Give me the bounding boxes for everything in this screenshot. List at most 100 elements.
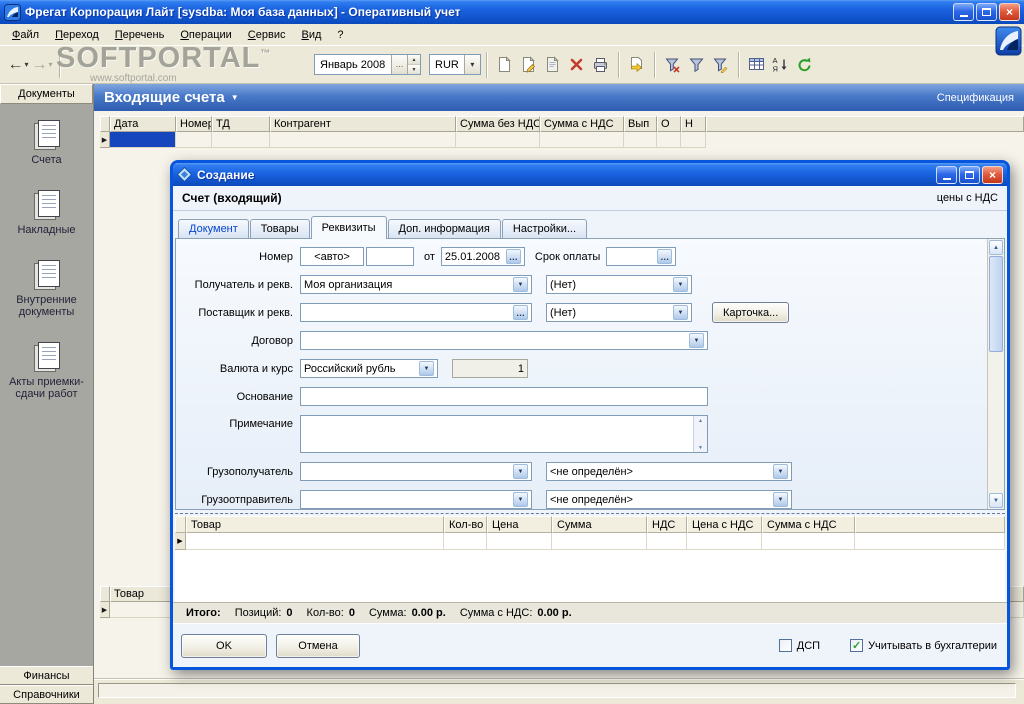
- item-column-price-vat[interactable]: Цена с НДС: [687, 516, 762, 533]
- sidebar-footer-references[interactable]: Справочники: [0, 685, 93, 704]
- delete-button[interactable]: [565, 51, 589, 79]
- cell[interactable]: [540, 132, 624, 148]
- dropdown-arrow-icon[interactable]: ▼: [773, 464, 788, 479]
- cell[interactable]: [212, 132, 270, 148]
- dialog-minimize-button[interactable]: [936, 165, 957, 184]
- currency-dropdown-icon[interactable]: ▾: [463, 55, 480, 74]
- cell[interactable]: [186, 533, 444, 550]
- filter-clear-button[interactable]: [661, 51, 685, 79]
- maximize-button[interactable]: [976, 3, 997, 21]
- number-mode-field[interactable]: <авто>: [300, 247, 364, 266]
- receiver-select[interactable]: Моя организация ▼: [300, 275, 532, 294]
- column-header-sum-no-vat[interactable]: Сумма без НДС: [456, 116, 540, 132]
- menu-help[interactable]: ?: [329, 26, 351, 44]
- dropdown-arrow-icon[interactable]: ▼: [513, 492, 528, 507]
- shipper-requisites-select[interactable]: <не определён> ▼: [546, 490, 792, 509]
- back-button[interactable]: ← ▾: [6, 51, 30, 79]
- cell[interactable]: [657, 132, 681, 148]
- menu-operations[interactable]: Операции: [172, 26, 239, 44]
- cell[interactable]: [270, 132, 456, 148]
- consignee-requisites-select[interactable]: <не определён> ▼: [546, 462, 792, 481]
- sidebar-item-internal-documents[interactable]: Внутренние документы: [1, 260, 93, 318]
- shipper-select[interactable]: ▼: [300, 490, 532, 509]
- cell[interactable]: [647, 533, 687, 550]
- sidebar-item-waybills[interactable]: Накладные: [1, 190, 93, 236]
- accounting-checkbox[interactable]: ✓ Учитывать в бухгалтерии: [850, 639, 997, 652]
- tab-products[interactable]: Товары: [249, 219, 310, 238]
- sidebar-item-invoices[interactable]: Счета: [1, 120, 93, 166]
- new-document-button[interactable]: [493, 51, 517, 79]
- due-field[interactable]: …: [606, 247, 677, 266]
- sidebar-header-documents[interactable]: Документы: [0, 84, 93, 104]
- menu-goto[interactable]: Переход: [47, 26, 107, 44]
- column-header-date[interactable]: Дата: [110, 116, 176, 132]
- period-ellipsis-button[interactable]: …: [391, 55, 407, 74]
- dropdown-arrow-icon[interactable]: ▼: [673, 277, 688, 292]
- ok-button[interactable]: OK: [181, 633, 267, 658]
- grid-button[interactable]: [745, 51, 769, 79]
- scroll-down-icon[interactable]: ▼: [989, 493, 1003, 508]
- items-table-row[interactable]: ▶: [175, 533, 1005, 550]
- scroll-thumb[interactable]: [989, 256, 1003, 352]
- column-header-td[interactable]: ТД: [212, 116, 270, 132]
- dialog-maximize-button[interactable]: [959, 165, 980, 184]
- dialog-close-button[interactable]: ×: [982, 165, 1003, 184]
- spin-up-icon[interactable]: ▲: [408, 55, 420, 65]
- date-field[interactable]: 25.01.2008 …: [440, 247, 525, 266]
- supplier-ellipsis-button[interactable]: …: [513, 305, 528, 320]
- cell[interactable]: [552, 533, 647, 550]
- cell[interactable]: [456, 132, 540, 148]
- tab-document[interactable]: Документ: [178, 219, 249, 238]
- dropdown-arrow-icon[interactable]: ▼: [773, 492, 788, 507]
- currency-select-field[interactable]: Российский рубль ▼: [300, 359, 438, 378]
- print-button[interactable]: [589, 51, 613, 79]
- item-column-price[interactable]: Цена: [487, 516, 552, 533]
- column-header-n[interactable]: Н: [681, 116, 706, 132]
- cell[interactable]: [444, 533, 487, 550]
- contract-select[interactable]: ▼: [300, 331, 708, 350]
- menu-list[interactable]: Перечень: [107, 26, 173, 44]
- post-document-button[interactable]: [625, 51, 649, 79]
- dropdown-arrow-icon[interactable]: ▼: [419, 361, 434, 376]
- tab-additional-info[interactable]: Доп. информация: [387, 219, 501, 238]
- tab-settings[interactable]: Настройки...: [501, 219, 588, 238]
- dsp-checkbox[interactable]: ДСП: [778, 639, 820, 652]
- supplier-field[interactable]: …: [300, 303, 532, 322]
- dropdown-arrow-icon[interactable]: ▼: [513, 277, 528, 292]
- column-header-counterparty[interactable]: Контрагент: [270, 116, 456, 132]
- item-column-sum[interactable]: Сумма: [552, 516, 647, 533]
- specification-link[interactable]: Спецификация: [937, 92, 1014, 104]
- note-scrollbar[interactable]: ▲ ▼: [693, 416, 707, 452]
- card-button[interactable]: Карточка...: [712, 302, 790, 323]
- supplier-requisites-select[interactable]: (Нет) ▼: [546, 303, 692, 322]
- cell[interactable]: [687, 533, 762, 550]
- scroll-up-icon[interactable]: ▲: [989, 240, 1003, 255]
- basis-field[interactable]: [300, 387, 708, 406]
- view-document-button[interactable]: [541, 51, 565, 79]
- menu-file[interactable]: Файл: [4, 26, 47, 44]
- table-row[interactable]: ▶: [100, 132, 1024, 148]
- sidebar-footer-finances[interactable]: Финансы: [0, 666, 93, 685]
- column-header-number[interactable]: Номер: [176, 116, 212, 132]
- filter-button[interactable]: [685, 51, 709, 79]
- close-button[interactable]: ×: [999, 3, 1020, 21]
- cell[interactable]: [624, 132, 657, 148]
- view-title[interactable]: Входящие счета: [104, 89, 225, 106]
- cell[interactable]: [487, 533, 552, 550]
- menu-view[interactable]: Вид: [293, 26, 329, 44]
- cell[interactable]: [762, 533, 855, 550]
- period-select[interactable]: Январь 2008 … ▲ ▼: [314, 54, 421, 75]
- dropdown-arrow-icon[interactable]: ▼: [689, 333, 704, 348]
- column-header-vyp[interactable]: Вып: [624, 116, 657, 132]
- sort-button[interactable]: А Я: [769, 51, 793, 79]
- edit-document-button[interactable]: [517, 51, 541, 79]
- scroll-down-icon[interactable]: ▼: [694, 443, 707, 452]
- dropdown-arrow-icon[interactable]: ▼: [513, 464, 528, 479]
- due-ellipsis-button[interactable]: …: [657, 249, 673, 264]
- cancel-button[interactable]: Отмена: [276, 633, 360, 658]
- sidebar-item-acts[interactable]: Акты приемки-сдачи работ: [1, 342, 93, 400]
- period-spinner[interactable]: ▲ ▼: [407, 55, 420, 74]
- spin-down-icon[interactable]: ▼: [408, 65, 420, 74]
- scroll-up-icon[interactable]: ▲: [694, 416, 707, 425]
- column-header-o[interactable]: О: [657, 116, 681, 132]
